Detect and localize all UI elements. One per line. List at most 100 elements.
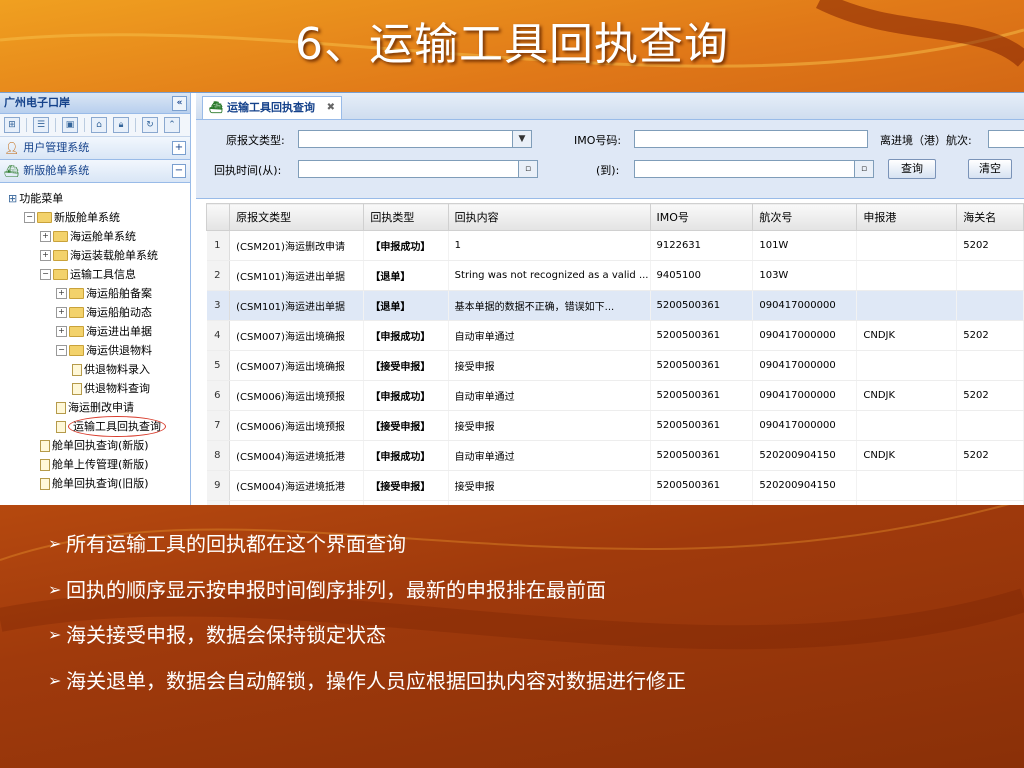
tree-node-label: 海运删改申请	[68, 401, 134, 414]
expand-plus-icon[interactable]: +	[40, 231, 51, 242]
table-row[interactable]: 10(CSM007)海运出境确报【申报成功】自动审单通过520050036109…	[206, 500, 1024, 505]
msg-type-cell: (CSM006)海运出境预报	[229, 410, 365, 441]
tree-node[interactable]: − 运输工具信息	[0, 265, 190, 284]
table-row[interactable]: 3 (CSM101)海运进出单据 【退单】 基本单据的数据不正确，错误如下... 520…	[206, 290, 1024, 321]
tree-node[interactable]: 运输工具回执查询	[0, 416, 190, 437]
tree-expand-icon[interactable]: ⊞	[4, 117, 20, 133]
tab-bar: ⛴︎ 运输工具回执查询 ✖	[196, 93, 1024, 120]
port-cell	[856, 410, 958, 441]
table-row[interactable]: 4 (CSM007)海运出境确报 【申报成功】 自动审单通过 5200500361 090…	[206, 320, 1024, 351]
msg-type-select[interactable]: ▼	[298, 130, 532, 148]
expand-plus-icon[interactable]: +	[56, 307, 67, 318]
column-header[interactable]: IMO号	[649, 203, 754, 231]
expand-plus-icon[interactable]: +	[56, 326, 67, 337]
page-icon	[40, 458, 50, 471]
chevron-down-icon[interactable]: ▼	[512, 131, 531, 147]
receipt-content-cell: 自动审单通过	[448, 380, 651, 411]
column-header[interactable]: 航次号	[752, 203, 858, 231]
tree-node[interactable]: − 海运供退物料	[0, 341, 190, 360]
tree-node[interactable]: + 海运进出单据	[0, 322, 190, 341]
tree-node-label: 运输工具信息	[70, 268, 136, 281]
collapse-minus-icon[interactable]: −	[40, 269, 51, 280]
tree-node-label: 海运供退物料	[86, 344, 152, 357]
customs-cell	[956, 290, 1024, 321]
collapse-minus-icon[interactable]: −	[56, 345, 67, 356]
table-row[interactable]: 8 (CSM004)海运进境抵港 【申报成功】 自动审单通过 5200500361 520…	[206, 440, 1024, 471]
lock-icon[interactable]: 🔒︎	[113, 117, 129, 133]
table-row[interactable]: 2 (CSM101)海运进出单据 【退单】 String was not recogn…	[206, 260, 1024, 291]
tree-node[interactable]: + 海运装载舱单系统	[0, 246, 190, 265]
table-row[interactable]: 7 (CSM006)海运出境预报 【接受申报】 接受申报 5200500361 09041…	[206, 410, 1024, 441]
column-header[interactable]: 海关名	[956, 203, 1024, 231]
refresh-icon[interactable]: ↻	[142, 117, 158, 133]
imo-cell: 5200500361	[650, 500, 754, 505]
msg-type-cell: (CSM007)海运出境确报	[229, 350, 365, 381]
port-cell	[856, 350, 958, 381]
tab-receipt-query[interactable]: ⛴︎ 运输工具回执查询 ✖	[202, 96, 342, 119]
customs-cell: 5202	[956, 440, 1024, 471]
voyage-cell: 090417000000	[752, 410, 858, 441]
time-to-input[interactable]: ▫	[634, 160, 874, 178]
query-button[interactable]: 查询	[888, 159, 936, 179]
msg-type-cell: (CSM201)海运删改申请	[229, 230, 365, 261]
bullet-text: 海关接受申报，数据会保持锁定状态	[66, 623, 386, 647]
table-row[interactable]: 9 (CSM004)海运进境抵港 【接受申报】 接受申报 5200500361 52020…	[206, 470, 1024, 501]
collapse-minus-icon[interactable]: −	[172, 164, 186, 178]
bullet-item: ➢ 海关接受申报，数据会保持锁定状态	[48, 617, 1008, 663]
tree-node[interactable]: + 海运船舶备案	[0, 284, 190, 303]
bullet-text: 回执的顺序显示按申报时间倒序排列，最新的申报排在最前面	[66, 577, 606, 602]
customs-cell	[956, 410, 1024, 441]
clear-button[interactable]: 清空	[968, 159, 1012, 179]
left-toolbar: ⊞ ☰ ▣ ⌂ 🔒︎ ↻ ⌃	[0, 114, 190, 137]
tree-node[interactable]: − 新版舱单系统	[0, 208, 190, 227]
save-icon[interactable]: ▣	[62, 117, 78, 133]
port-cell	[856, 470, 958, 501]
tree-node[interactable]: 舱单回执查询(旧版)	[0, 474, 190, 493]
tree-node[interactable]: 供退物料查询	[0, 379, 190, 398]
voyage-cell: 520200904150	[752, 470, 858, 501]
collapse-minus-icon[interactable]: −	[24, 212, 35, 223]
arrow-bullet-icon: ➢	[48, 625, 62, 644]
tree-node-label: 舱单回执查询(新版)	[52, 439, 149, 452]
column-header[interactable]: 回执内容	[447, 203, 651, 231]
tree-node[interactable]: 海运删改申请	[0, 398, 190, 417]
double-chevron-left-icon[interactable]: «	[172, 96, 187, 111]
time-from-input[interactable]: ▫	[298, 160, 538, 178]
tree-node[interactable]: + 海运舱单系统	[0, 227, 190, 246]
table-row[interactable]: 5 (CSM007)海运出境确报 【接受申报】 接受申报 5200500361 09041…	[206, 350, 1024, 381]
port-cell: CNDJK	[856, 380, 958, 411]
expand-plus-icon[interactable]: +	[172, 141, 186, 155]
receipt-content-cell: 自动审单通过	[448, 320, 651, 351]
column-header[interactable]: 申报港	[856, 203, 958, 231]
msg-type-cell: (CSM006)海运出境预报	[229, 380, 365, 411]
page-icon	[72, 382, 82, 395]
tree-node-label: 运输工具回执查询	[68, 416, 166, 437]
table-row[interactable]: 6 (CSM006)海运出境预报 【申报成功】 自动审单通过 5200500361 090…	[206, 380, 1024, 411]
tree-node[interactable]: 舱单上传管理(新版)	[0, 455, 190, 474]
table-row[interactable]: 1 (CSM201)海运删改申请 【申报成功】 1 9122631 101W 5202	[206, 230, 1024, 261]
imo-input[interactable]	[634, 130, 868, 148]
msg-type-cell: (CSM101)海运进出单据	[229, 260, 365, 291]
accordion-user-management[interactable]: 👤︎ 用户管理系统 +	[0, 137, 190, 160]
close-icon[interactable]: ✖	[327, 97, 335, 119]
expand-plus-icon[interactable]: +	[40, 250, 51, 261]
tree-node[interactable]: 供退物料录入	[0, 360, 190, 379]
page-icon	[72, 363, 82, 376]
expand-plus-icon[interactable]: +	[56, 288, 67, 299]
voyage-input[interactable]	[988, 130, 1024, 148]
row-number: 4	[206, 320, 231, 351]
imo-cell: 5200500361	[650, 440, 754, 471]
tree-node[interactable]: ⊞ 功能菜单	[0, 189, 190, 208]
home-icon[interactable]: ⌂	[91, 117, 107, 133]
tree-node[interactable]: 舱单回执查询(新版)	[0, 436, 190, 455]
column-header[interactable]: 原报文类型	[229, 203, 365, 231]
calendar-icon[interactable]: ▫	[518, 161, 537, 177]
row-number: 10	[206, 500, 231, 505]
accordion-manifest-system[interactable]: ⛴︎ 新版舱单系统 −	[0, 160, 190, 183]
tree-node[interactable]: + 海运船舶动态	[0, 303, 190, 322]
list-icon[interactable]: ☰	[33, 117, 49, 133]
receipt-content-cell: 基本单据的数据不正确，错误如下...	[448, 290, 651, 321]
calendar-icon[interactable]: ▫	[854, 161, 873, 177]
up-arrow-icon[interactable]: ⌃	[164, 117, 180, 133]
column-header[interactable]: 回执类型	[363, 203, 449, 231]
